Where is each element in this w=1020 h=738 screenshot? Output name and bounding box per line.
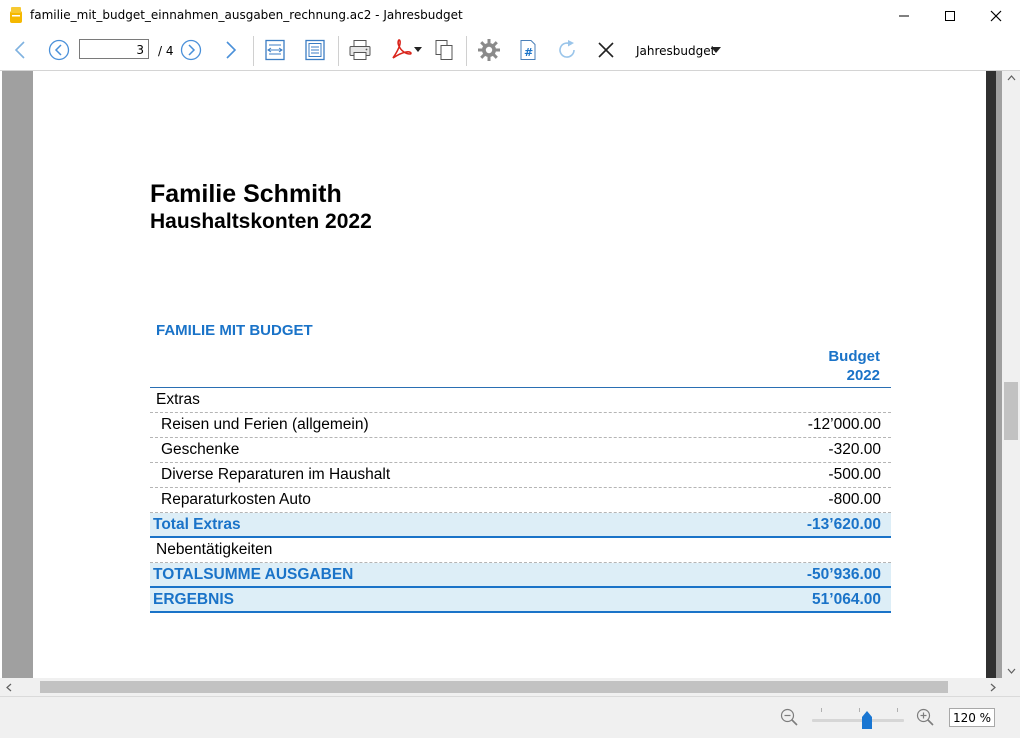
scroll-left-icon[interactable] [6,683,12,692]
settings-icon [478,39,500,61]
row-label: ERGEBNIS [153,591,234,608]
pdf-icon [392,39,412,59]
row-amount: -12’000.00 [807,416,881,433]
print-icon [349,40,371,60]
row-label: Reparaturkosten Auto [161,491,311,508]
close-report-button[interactable] [592,37,620,63]
fit-width-button[interactable] [262,37,288,63]
scroll-up-icon[interactable] [1007,75,1016,81]
toolbar-separator [338,36,339,66]
toolbar-separator [466,36,467,66]
page-total-label: / 4 [158,44,174,58]
copy-button[interactable] [430,37,458,63]
close-window-button[interactable] [973,0,1019,31]
table-row: Diverse Reparaturen im Haushalt -500.00 [150,463,891,488]
zoom-tick [859,708,860,712]
maximize-icon [945,11,955,21]
row-label: Geschenke [161,441,240,458]
zoom-tick [897,708,898,712]
window-title: familie_mit_budget_einnahmen_ausgaben_re… [30,8,463,22]
zoom-slider-thumb[interactable] [862,711,873,729]
scroll-right-icon[interactable] [990,683,996,692]
zoom-slider-track[interactable] [812,719,904,722]
scrollbar-corner [1002,678,1020,696]
row-amount: -50’936.00 [806,566,881,583]
chevron-down-icon [414,47,422,52]
scroll-down-icon[interactable] [1007,668,1016,674]
back-button[interactable] [8,37,32,63]
viewer-border [0,71,2,678]
zoom-out-icon[interactable] [780,708,798,726]
row-amount: 51’064.00 [812,591,881,608]
zoom-tick [821,708,822,712]
next-page-button[interactable] [178,37,204,63]
table-row: Extras [150,388,891,413]
row-label: TOTALSUMME AUSGABEN [153,566,354,583]
result-row: ERGEBNIS 51’064.00 [150,588,891,613]
total-row: TOTALSUMME AUSGABEN -50’936.00 [150,563,891,588]
zoom-in-icon[interactable] [916,708,934,726]
row-amount: -500.00 [828,466,881,483]
report-dropdown[interactable]: Jahresbudget [636,44,715,58]
document-viewer[interactable]: Familie Schmith Haushaltskonten 2022 FAM… [0,71,1002,678]
table-row: Nebentätigkeiten [150,538,891,563]
budget-table: Extras Reisen und Ferien (allgemein) -12… [150,387,891,613]
previous-page-button[interactable] [46,37,72,63]
section-heading: FAMILIE MIT BUDGET [156,322,313,339]
page-number-input[interactable]: 3 [79,39,149,59]
forward-button[interactable] [219,37,243,63]
horizontal-scrollbar[interactable] [0,678,1002,696]
row-amount: -320.00 [828,441,881,458]
zoom-value-field[interactable]: 120 % [949,708,995,727]
document-page: Familie Schmith Haushaltskonten 2022 FAM… [33,71,986,678]
column-header-line1: Budget [828,348,880,365]
fit-page-icon [305,39,325,61]
export-pdf-button[interactable] [386,37,426,63]
row-label: Reisen und Ferien (allgemein) [161,416,369,433]
column-header: Budget 2022 [828,347,880,385]
copy-icon [435,40,453,60]
fit-width-icon [265,39,285,61]
table-row: Reparaturkosten Auto -800.00 [150,488,891,513]
next-page-icon [180,39,202,61]
table-row: Reisen und Ferien (allgemein) -12’000.00 [150,413,891,438]
status-bar: 120 % [0,696,1020,738]
column-header-line2: 2022 [846,367,880,384]
document-subtitle: Haushaltskonten 2022 [150,210,372,233]
page-shadow [986,71,996,678]
total-row: Total Extras -13’620.00 [150,513,891,538]
vertical-scroll-thumb[interactable] [1004,382,1018,440]
app-icon [10,7,22,23]
minimize-button[interactable] [881,0,927,31]
refresh-button[interactable] [553,37,581,63]
row-label: Total Extras [153,516,241,533]
page-number-icon: # [520,40,536,60]
close-window-icon [990,10,1002,22]
svg-text:#: # [524,46,533,59]
minimize-icon [899,15,909,17]
close-icon [598,42,614,58]
horizontal-scroll-thumb[interactable] [40,681,948,693]
maximize-button[interactable] [927,0,973,31]
print-button[interactable] [346,37,374,63]
toolbar: 3 / 4 # Jahresbudget [0,31,1020,71]
page-number-button[interactable]: # [514,37,542,63]
vertical-scrollbar[interactable] [1002,71,1020,678]
fit-page-button[interactable] [302,37,328,63]
row-amount: -13’620.00 [806,516,881,533]
refresh-icon [559,40,575,58]
row-label: Diverse Reparaturen im Haushalt [161,466,391,483]
forward-icon [226,41,237,59]
row-label: Nebentätigkeiten [156,541,273,558]
row-amount: -800.00 [828,491,881,508]
document-title: Familie Schmith [150,180,342,208]
dropdown-chevron-icon[interactable] [711,46,721,54]
row-label: Extras [156,391,200,408]
settings-button[interactable] [475,37,503,63]
previous-page-icon [48,39,70,61]
back-icon [14,41,25,59]
table-row: Geschenke -320.00 [150,438,891,463]
toolbar-separator [253,36,254,66]
title-bar: familie_mit_budget_einnahmen_ausgaben_re… [0,0,1020,32]
